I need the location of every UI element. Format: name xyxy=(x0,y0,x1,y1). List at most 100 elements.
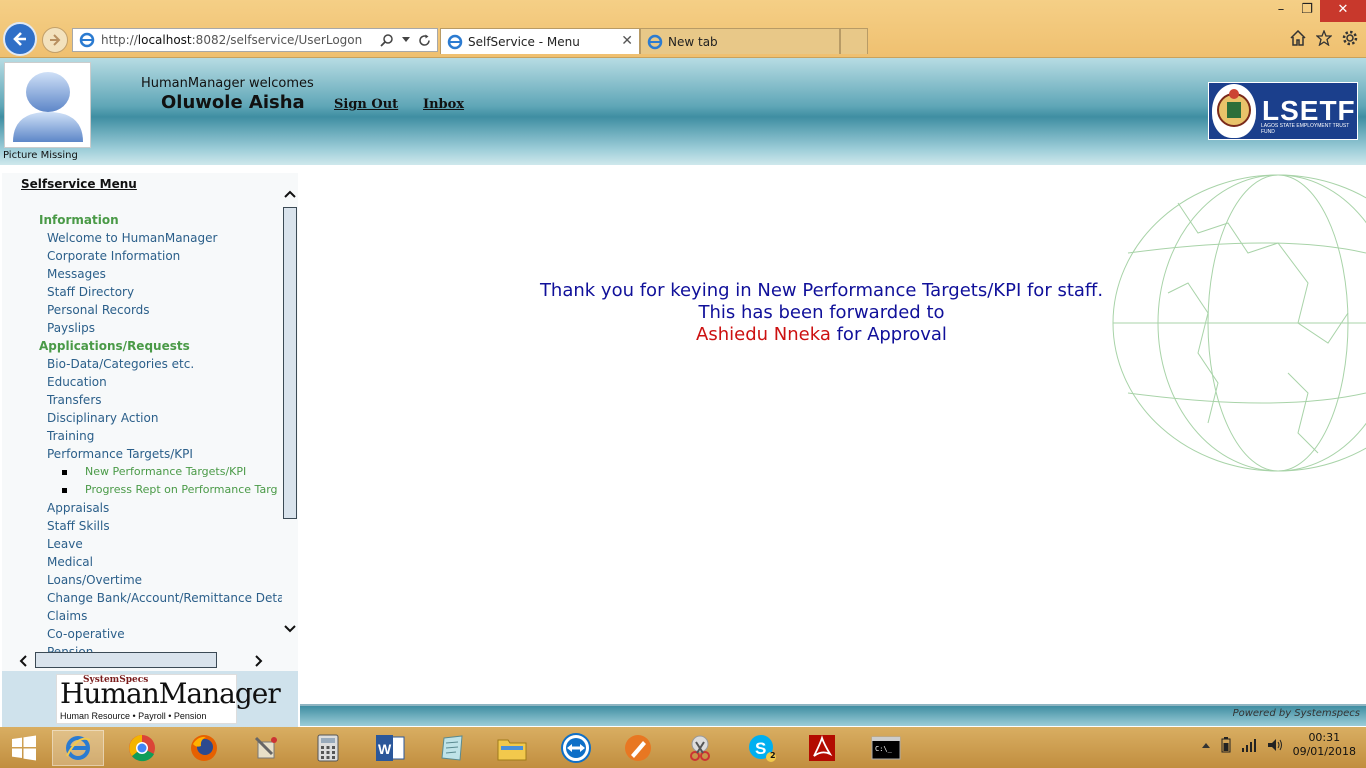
pen-tool-icon xyxy=(625,735,651,761)
scroll-right-icon[interactable] xyxy=(254,655,264,667)
menu-item[interactable]: Change Bank/Account/Remittance Details xyxy=(2,589,282,607)
vertical-scrollbar[interactable] xyxy=(282,185,298,641)
menu-item[interactable]: Bio-Data/Categories etc. xyxy=(2,355,282,373)
menu-item[interactable]: Personal Records xyxy=(2,301,282,319)
forward-button[interactable] xyxy=(42,27,68,53)
sidebar: Selfservice Menu Information Welcome to … xyxy=(2,173,298,671)
battery-icon[interactable] xyxy=(1221,737,1231,753)
ie-icon xyxy=(447,34,463,49)
menu-subitem[interactable]: Progress Rept on Performance Targ xyxy=(2,481,282,499)
confirmation-message: Thank you for keying in New Performance … xyxy=(300,280,1343,346)
close-tab-icon[interactable]: ✕ xyxy=(621,33,633,49)
menu-item[interactable]: Welcome to HumanManager xyxy=(2,229,282,247)
menu-section-information[interactable]: Information xyxy=(2,211,282,229)
minimize-button[interactable]: – xyxy=(1268,0,1294,22)
dropdown-icon[interactable] xyxy=(402,37,410,43)
menu-item[interactable]: Staff Skills xyxy=(2,517,282,535)
taskbar-command-prompt[interactable]: C:\_ xyxy=(860,730,912,766)
show-hidden-icons-icon[interactable] xyxy=(1201,741,1211,749)
menu-item[interactable]: Transfers xyxy=(2,391,282,409)
ie-icon xyxy=(66,736,91,760)
clock-date: 09/01/2018 xyxy=(1292,745,1356,758)
hm-logo-main: HumanManager xyxy=(60,677,281,710)
home-icon[interactable] xyxy=(1290,30,1306,46)
menu-list: Information Welcome to HumanManager Corp… xyxy=(2,211,282,653)
logo-text: LSETF xyxy=(1262,95,1356,126)
taskbar-acrobat[interactable] xyxy=(796,730,848,766)
menu-item[interactable]: Performance Targets/KPI xyxy=(2,445,282,463)
acrobat-icon xyxy=(809,735,835,761)
menu-scroll-area[interactable]: Selfservice Menu Information Welcome to … xyxy=(2,173,282,653)
menu-item[interactable]: Appraisals xyxy=(2,499,282,517)
user-name: Oluwole Aisha xyxy=(161,92,305,113)
menu-item[interactable]: Loans/Overtime xyxy=(2,571,282,589)
taskbar-chrome[interactable] xyxy=(116,730,168,766)
inbox-link[interactable]: Inbox xyxy=(423,97,464,112)
taskbar-notes[interactable] xyxy=(426,730,478,766)
sign-out-link[interactable]: Sign Out xyxy=(334,97,398,112)
new-tab-button[interactable] xyxy=(840,28,868,54)
taskbar-calculator[interactable] xyxy=(302,730,354,766)
forward-arrow-icon xyxy=(50,34,61,46)
refresh-icon[interactable] xyxy=(418,34,431,47)
menu-item[interactable]: Payslips xyxy=(2,319,282,337)
menu-subitem[interactable]: New Performance Targets/KPI xyxy=(2,463,282,481)
teamviewer-icon xyxy=(561,733,591,763)
taskbar-file-explorer[interactable] xyxy=(486,730,538,766)
menu-item[interactable]: Leave xyxy=(2,535,282,553)
taskbar: W S 2 C:\_ 00:31 09/01/2018 xyxy=(0,727,1366,768)
horizontal-scrollbar[interactable] xyxy=(16,651,268,669)
menu-section-applications[interactable]: Applications/Requests xyxy=(2,337,282,355)
main-content: Thank you for keying in New Performance … xyxy=(300,165,1366,705)
menu-item[interactable]: Messages xyxy=(2,265,282,283)
start-button[interactable] xyxy=(0,730,48,766)
close-window-button[interactable]: ✕ xyxy=(1320,0,1366,22)
menu-item[interactable]: Medical xyxy=(2,553,282,571)
hm-logo-sub: Human Resource • Payroll • Pension xyxy=(60,711,207,721)
menu-item[interactable]: Disciplinary Action xyxy=(2,409,282,427)
horizontal-scroll-thumb[interactable] xyxy=(35,652,217,668)
address-bar[interactable]: http://localhost:8082/selfservice/UserLo… xyxy=(72,28,438,52)
clock-time: 00:31 xyxy=(1308,731,1341,744)
menu-item[interactable]: Education xyxy=(2,373,282,391)
scroll-up-icon[interactable] xyxy=(284,189,296,199)
taskbar-pen-tool[interactable] xyxy=(612,730,664,766)
lagos-seal-icon xyxy=(1212,84,1256,138)
scroll-left-icon[interactable] xyxy=(18,655,28,667)
logo-subtext: LAGOS STATE EMPLOYMENT TRUST FUND xyxy=(1261,123,1350,135)
menu-item[interactable]: Co-operative xyxy=(2,625,282,643)
network-signal-icon[interactable] xyxy=(1241,738,1257,752)
taskbar-snipping-tool[interactable] xyxy=(674,730,726,766)
menu-item[interactable]: Staff Directory xyxy=(2,283,282,301)
tab-selfservice-menu[interactable]: SelfService - Menu ✕ xyxy=(440,28,640,54)
menu-item[interactable]: Corporate Information xyxy=(2,247,282,265)
user-placeholder-icon xyxy=(12,72,83,142)
menu-item[interactable]: Training xyxy=(2,427,282,445)
tab-new-tab[interactable]: New tab xyxy=(640,28,840,54)
taskbar-skype[interactable]: S 2 xyxy=(736,730,788,766)
menu-item[interactable]: Claims xyxy=(2,607,282,625)
browser-chrome: – ❐ ✕ http://localhost:8082/selfservice/… xyxy=(0,0,1366,58)
restore-button[interactable]: ❐ xyxy=(1294,0,1320,22)
taskbar-tools[interactable] xyxy=(240,730,292,766)
vertical-scroll-thumb[interactable] xyxy=(283,207,297,519)
favorites-star-icon[interactable] xyxy=(1316,30,1332,46)
message-line-2: This has been forwarded to xyxy=(698,302,945,323)
taskbar-firefox[interactable] xyxy=(178,730,230,766)
system-tray: 00:31 09/01/2018 xyxy=(1201,731,1356,759)
approval-suffix: for Approval xyxy=(830,324,947,345)
volume-icon[interactable] xyxy=(1267,738,1283,752)
search-icon[interactable] xyxy=(380,33,394,47)
taskbar-teamviewer[interactable] xyxy=(550,730,602,766)
taskbar-word[interactable]: W xyxy=(364,730,416,766)
notes-icon xyxy=(441,735,463,761)
tools-icon xyxy=(254,736,277,759)
taskbar-ie[interactable] xyxy=(52,730,104,766)
firefox-icon xyxy=(191,735,217,761)
word-icon: W xyxy=(376,735,405,761)
back-button[interactable] xyxy=(3,22,37,56)
scroll-down-icon[interactable] xyxy=(284,624,296,634)
gear-icon[interactable] xyxy=(1342,30,1358,46)
sidebar-footer: SystemSpecs HumanManager Human Resource … xyxy=(2,671,298,727)
clock[interactable]: 00:31 09/01/2018 xyxy=(1293,731,1356,759)
